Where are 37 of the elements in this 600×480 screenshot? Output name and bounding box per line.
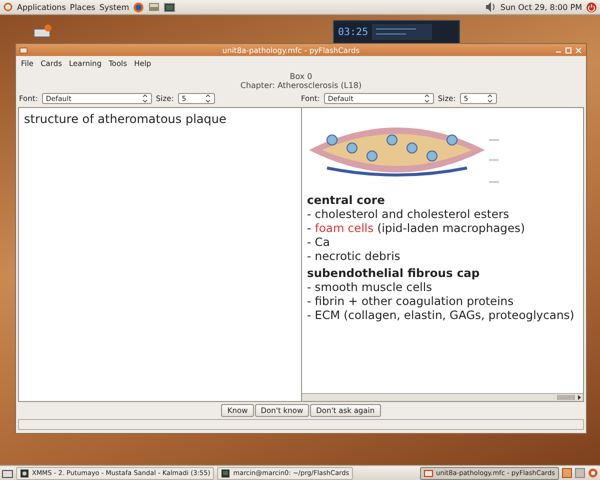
player-display-drawing	[372, 22, 434, 42]
answer-line: - smooth muscle cells	[307, 280, 434, 294]
answer-line: - foam cells (ipid-laden macrophages)	[307, 221, 526, 235]
answer-line: - cholesterol and cholesterol esters	[307, 207, 510, 221]
spinner-arrows-icon	[142, 94, 148, 103]
close-icon[interactable]	[574, 46, 583, 54]
panel-menu[interactable]: System	[99, 2, 130, 12]
app-icon	[19, 46, 28, 54]
flashcard-app-icon	[424, 468, 434, 478]
spinner-arrows-icon	[424, 94, 430, 103]
panel-menu[interactable]: Places	[70, 2, 96, 12]
answer-heading: central core	[307, 193, 386, 207]
player-time: 03:25	[338, 26, 368, 38]
power-icon	[586, 2, 597, 12]
answer-line: - necrotic debris	[307, 249, 402, 263]
answer-line: - ECM (collagen, elastin, GAGs, proteoglycans)	[307, 308, 576, 322]
speaker-icon	[485, 1, 496, 13]
browser-icon	[133, 2, 144, 12]
answer-line: - Ca	[307, 235, 331, 249]
question-text: structure of atheromatous plaque	[19, 108, 302, 401]
box-label: Box 0	[290, 72, 312, 81]
maximize-icon[interactable]	[564, 46, 573, 54]
drive-icon	[33, 23, 52, 39]
show-desktop-icon	[2, 468, 13, 478]
panel-menu[interactable]: Applications	[17, 2, 66, 12]
horizontal-scrollbar[interactable]	[302, 393, 583, 401]
spinner-arrows-icon	[486, 94, 493, 103]
terminal-icon	[164, 2, 176, 12]
scroll-right-icon	[577, 394, 582, 401]
clock: Sun Oct 29, 8:00 PM	[500, 2, 582, 12]
answer-heading: subendothelial fibrous cap	[307, 266, 481, 280]
spinner-arrows-icon	[204, 94, 211, 103]
terminal-icon	[221, 468, 230, 478]
chapter-label: Chapter: Atherosclerosis (L18)	[240, 81, 362, 90]
player-icon	[20, 468, 29, 478]
answer-line: - fibrin + other coagulation proteins	[307, 294, 515, 308]
scrollbar-thumb[interactable]	[557, 395, 575, 400]
